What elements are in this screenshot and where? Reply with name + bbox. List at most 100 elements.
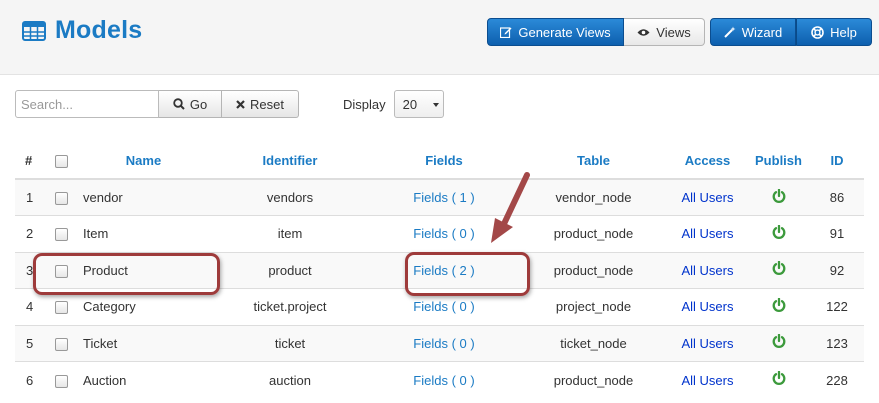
row-id: 92: [810, 251, 864, 289]
row-table: vendor_node: [519, 178, 668, 216]
eye-icon: [637, 28, 650, 36]
fields-link[interactable]: Fields ( 1 ): [413, 190, 474, 205]
column-table[interactable]: Table: [519, 143, 668, 180]
row-num: 5: [15, 324, 46, 362]
power-icon[interactable]: [772, 333, 786, 352]
row-name: Item: [76, 215, 211, 252]
row-identifier: ticket: [211, 324, 369, 362]
display-select[interactable]: 20: [393, 90, 444, 118]
fields-link[interactable]: Fields ( 0 ): [413, 336, 474, 351]
row-table: project_node: [519, 288, 668, 325]
wizard-label: Wizard: [741, 24, 783, 40]
generate-views-button[interactable]: Generate Views: [487, 18, 624, 46]
column-access[interactable]: Access: [668, 143, 747, 180]
fields-link[interactable]: Fields ( 0 ): [413, 299, 474, 314]
help-label: Help: [830, 24, 857, 40]
access-link[interactable]: All Users: [681, 336, 733, 351]
reset-button[interactable]: Reset: [222, 90, 299, 118]
access-link[interactable]: All Users: [681, 226, 733, 241]
row-fields-cell: Fields ( 1 ): [369, 178, 519, 216]
row-select-cell: [46, 361, 76, 398]
access-link[interactable]: All Users: [681, 263, 733, 278]
row-id: 91: [810, 215, 864, 252]
access-link[interactable]: All Users: [681, 373, 733, 388]
row-name: Product: [76, 251, 211, 289]
row-num: 2: [15, 215, 46, 252]
page-title-group: Models: [22, 16, 142, 45]
row-table: product_node: [519, 361, 668, 398]
column-publish[interactable]: Publish: [747, 143, 810, 180]
magic-wand-icon: [724, 26, 736, 38]
access-link[interactable]: All Users: [681, 299, 733, 314]
table-header-row: # Name Identifier Fields Table Access Pu…: [15, 143, 864, 180]
row-identifier: ticket.project: [211, 288, 369, 325]
views-button[interactable]: Views: [624, 18, 705, 46]
table-row: 6 Auction auction Fields ( 0 ) product_node A…: [15, 361, 864, 398]
power-icon[interactable]: [772, 297, 786, 316]
select-all-checkbox[interactable]: [54, 155, 68, 169]
go-button[interactable]: Go: [159, 90, 222, 118]
row-name: vendor: [76, 178, 211, 216]
fields-link[interactable]: Fields ( 0 ): [413, 226, 474, 241]
row-num: 4: [15, 288, 46, 325]
generate-views-label: Generate Views: [518, 24, 611, 40]
fields-link[interactable]: Fields ( 0 ): [413, 373, 474, 388]
row-checkbox[interactable]: [54, 264, 68, 278]
column-fields[interactable]: Fields: [369, 143, 519, 180]
power-icon[interactable]: [772, 188, 786, 207]
help-button[interactable]: Help: [796, 18, 872, 46]
table-row: 2 Item item Fields ( 0 ) product_node All Use…: [15, 215, 864, 252]
search-icon: [173, 98, 185, 110]
search-toolbar: Go Reset: [15, 90, 299, 118]
close-icon: [236, 99, 245, 109]
page-title: Models: [55, 16, 143, 44]
row-access-cell: All Users: [668, 215, 747, 252]
column-identifier[interactable]: Identifier: [211, 143, 369, 180]
row-publish-cell: [747, 251, 810, 289]
row-checkbox[interactable]: [54, 374, 68, 388]
access-link[interactable]: All Users: [681, 190, 733, 205]
models-table: # Name Identifier Fields Table Access Pu…: [15, 143, 864, 398]
column-name[interactable]: Name: [76, 143, 211, 180]
column-num: #: [15, 143, 46, 180]
reset-label: Reset: [250, 96, 284, 112]
power-icon[interactable]: [772, 370, 786, 389]
edit-icon: [500, 27, 512, 38]
row-table: product_node: [519, 215, 668, 252]
row-identifier: product: [211, 251, 369, 289]
row-checkbox[interactable]: [54, 337, 68, 351]
row-name: Ticket: [76, 324, 211, 362]
row-id: 123: [810, 324, 864, 362]
row-identifier: auction: [211, 361, 369, 398]
row-publish-cell: [747, 178, 810, 216]
row-publish-cell: [747, 324, 810, 362]
help-button-group: Wizard Help: [710, 18, 872, 46]
row-num: 3: [15, 251, 46, 289]
column-select-all: [46, 143, 76, 180]
row-access-cell: All Users: [668, 251, 747, 289]
row-name: Category: [76, 288, 211, 325]
power-icon[interactable]: [772, 260, 786, 279]
column-id[interactable]: ID: [810, 143, 864, 180]
row-select-cell: [46, 324, 76, 362]
row-checkbox[interactable]: [54, 192, 68, 206]
row-fields-cell: Fields ( 0 ): [369, 361, 519, 398]
fields-link[interactable]: Fields ( 2 ): [413, 263, 474, 278]
row-publish-cell: [747, 215, 810, 252]
row-fields-cell: Fields ( 0 ): [369, 215, 519, 252]
row-checkbox[interactable]: [54, 301, 68, 315]
row-fields-cell: Fields ( 0 ): [369, 324, 519, 362]
table-row: 3 Product product Fields ( 2 ) product_node A…: [15, 251, 864, 289]
power-icon[interactable]: [772, 224, 786, 243]
wizard-button[interactable]: Wizard: [710, 18, 796, 46]
row-access-cell: All Users: [668, 324, 747, 362]
row-checkbox[interactable]: [54, 228, 68, 242]
go-label: Go: [189, 96, 208, 112]
search-input[interactable]: [15, 90, 159, 118]
row-fields-cell: Fields ( 2 ): [369, 251, 519, 289]
table-row: 5 Ticket ticket Fields ( 0 ) ticket_node All …: [15, 324, 864, 362]
row-identifier: vendors: [211, 178, 369, 216]
display-label: Display: [343, 96, 386, 112]
row-select-cell: [46, 251, 76, 289]
table-grid-icon: [22, 20, 46, 41]
